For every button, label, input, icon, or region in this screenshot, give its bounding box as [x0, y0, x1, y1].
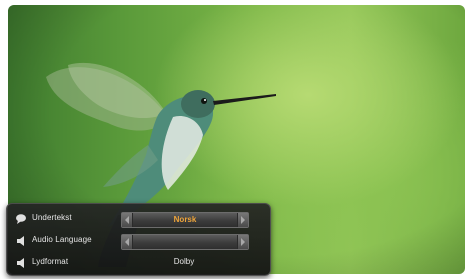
audio-language-next-button[interactable]	[237, 235, 248, 249]
arrow-right-icon	[241, 216, 245, 224]
arrow-left-icon	[125, 238, 129, 246]
speech-bubble-icon	[16, 214, 26, 224]
subtitles-label: Undertekst	[32, 213, 72, 222]
subtitles-prev-button[interactable]	[122, 213, 133, 227]
subtitles-value: Norsk	[173, 215, 197, 224]
arrow-right-icon	[241, 238, 245, 246]
arrow-left-icon	[125, 216, 129, 224]
audio-subtitle-menu: Undertekst Norsk Audio Language Lydforma…	[6, 203, 271, 276]
audio-format-value: Dolby	[173, 257, 195, 266]
subtitles-selector[interactable]: Norsk	[121, 212, 249, 228]
speaker-icon	[17, 258, 24, 268]
menu-row-subtitles[interactable]: Undertekst Norsk	[7, 210, 270, 230]
audio-language-prev-button[interactable]	[122, 235, 133, 249]
menu-row-audio-format[interactable]: Lydformat Dolby	[7, 254, 270, 274]
audio-language-selector[interactable]	[121, 234, 249, 250]
audio-language-label: Audio Language	[32, 235, 92, 244]
menu-row-audio-language[interactable]: Audio Language	[7, 232, 270, 252]
audio-format-label: Lydformat	[32, 257, 69, 266]
speaker-icon	[17, 236, 24, 246]
subtitles-next-button[interactable]	[237, 213, 248, 227]
